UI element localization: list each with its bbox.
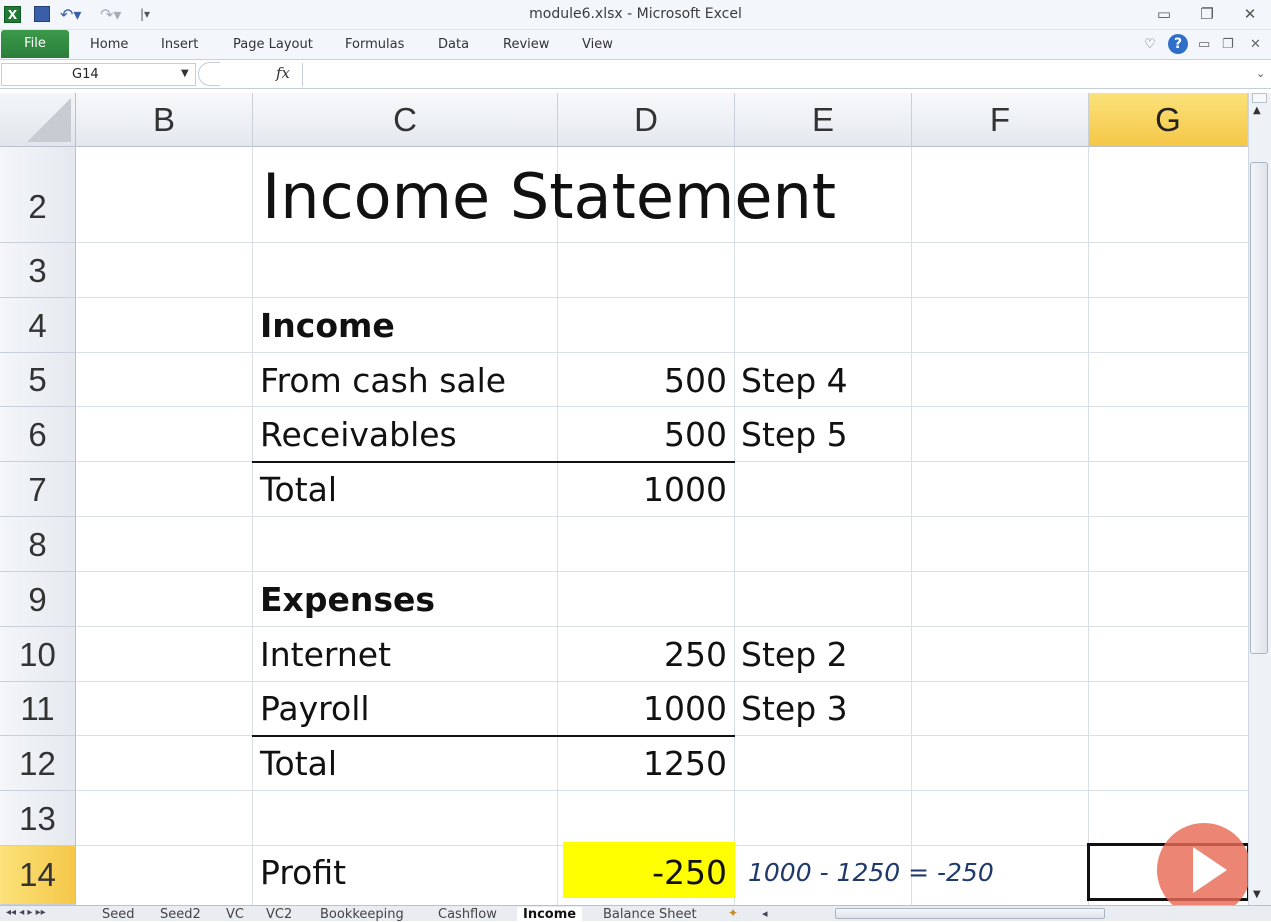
receivables-note: Step 5 [741, 415, 848, 454]
income-total-value: 1000 [643, 470, 727, 509]
payroll-note: Step 3 [741, 689, 848, 728]
gridline [76, 626, 1248, 627]
subtotal-border [252, 735, 735, 737]
help-icon[interactable]: ? [1168, 34, 1188, 54]
row-header-13[interactable]: 13 [0, 791, 76, 846]
income-total-label: Total [260, 470, 338, 509]
payroll-value: 1000 [643, 689, 727, 728]
column-header-c[interactable]: C [253, 93, 558, 147]
row-header-8[interactable]: 8 [0, 517, 76, 572]
insert-function-button[interactable]: fx [276, 64, 290, 82]
row-header-7[interactable]: 7 [0, 462, 76, 517]
scroll-thumb[interactable] [1250, 162, 1268, 654]
tab-insert[interactable]: Insert [161, 37, 198, 52]
expenses-total-label: Total [260, 744, 338, 783]
gridline [76, 406, 1248, 407]
payroll-label: Payroll [260, 689, 370, 728]
gridline [911, 147, 912, 905]
play-button-icon[interactable] [1157, 823, 1251, 917]
tab-review[interactable]: Review [503, 37, 549, 52]
sheet-tab-cashflow[interactable]: Cashflow [438, 907, 497, 922]
column-header-d[interactable]: D [558, 93, 735, 147]
sheet-tab-vc[interactable]: VC [226, 907, 244, 922]
tab-page-layout[interactable]: Page Layout [233, 37, 313, 52]
internet-value: 250 [664, 635, 727, 674]
subtotal-border [252, 461, 735, 463]
name-box[interactable]: G14 [1, 63, 196, 86]
cash-sale-label: From cash sale [260, 361, 507, 400]
gridline [76, 571, 1248, 572]
sheet-tab-income[interactable]: Income [517, 907, 583, 922]
select-all-corner[interactable] [0, 93, 76, 147]
horizontal-scroll-thumb[interactable] [835, 908, 1105, 919]
profit-value: -250 [652, 853, 727, 892]
sheet-tab-seed[interactable]: Seed [102, 907, 135, 922]
close-icon[interactable]: ✕ [1237, 4, 1263, 24]
formula-bar-expander[interactable] [198, 62, 220, 86]
gridline [252, 147, 253, 905]
file-tab[interactable]: File [1, 30, 69, 58]
sheet-tab-vc2[interactable]: VC2 [266, 907, 292, 922]
internet-note: Step 2 [741, 635, 848, 674]
sheet-tab-seed2[interactable]: Seed2 [160, 907, 201, 922]
receivables-label: Receivables [260, 415, 457, 454]
income-header: Income [260, 306, 395, 345]
receivables-value: 500 [664, 415, 727, 454]
row-header-11[interactable]: 11 [0, 682, 76, 736]
tab-home[interactable]: Home [90, 37, 128, 52]
row-header-5[interactable]: 5 [0, 353, 76, 407]
tab-nav-arrows-icon[interactable]: ◂◂ ◂ ▸ ▸▸ [6, 907, 46, 918]
window-title: module6.xlsx - Microsoft Excel [529, 6, 742, 22]
split-box[interactable] [1252, 93, 1267, 103]
row-header-6[interactable]: 6 [0, 407, 76, 462]
tab-data[interactable]: Data [438, 37, 469, 52]
internet-label: Internet [260, 635, 392, 674]
profit-note: 1000 - 1250 = -250 [748, 858, 994, 887]
row-header-3[interactable]: 3 [0, 243, 76, 298]
tab-formulas[interactable]: Formulas [345, 37, 404, 52]
column-header-b[interactable]: B [76, 93, 253, 147]
row-header-2[interactable]: 2 [0, 147, 76, 243]
scroll-down-icon[interactable]: ▼ [1253, 889, 1261, 900]
formula-input[interactable] [302, 63, 1254, 86]
insert-sheet-icon[interactable]: ✦ [728, 906, 738, 920]
profit-label: Profit [260, 853, 347, 892]
sheet-title: Income Statement [262, 160, 837, 233]
expenses-total-value: 1250 [643, 744, 727, 783]
gridline [557, 147, 558, 905]
column-header-e[interactable]: E [735, 93, 912, 147]
row-header-14[interactable]: 14 [0, 846, 76, 905]
gridline [76, 352, 1248, 353]
gridline [76, 242, 1248, 243]
row-header-9[interactable]: 9 [0, 572, 76, 627]
gridline [76, 516, 1248, 517]
cash-sale-value: 500 [664, 361, 727, 400]
sheet-tab-balance-sheet[interactable]: Balance Sheet [603, 907, 697, 922]
expand-formula-bar-icon[interactable]: ⌄ [1256, 67, 1265, 80]
name-box-dropdown-icon[interactable]: ▼ [181, 68, 189, 79]
hscroll-left-icon[interactable]: ◂ [762, 907, 768, 920]
workbook-close-icon[interactable]: ✕ [1250, 37, 1261, 52]
gridline [76, 681, 1248, 682]
sheet-tab-bookkeeping[interactable]: Bookkeeping [320, 907, 404, 922]
row-header-4[interactable]: 4 [0, 298, 76, 353]
tab-view[interactable]: View [582, 37, 613, 52]
row-header-10[interactable]: 10 [0, 627, 76, 682]
gridline [76, 297, 1248, 298]
gridline [76, 790, 1248, 791]
minimize-icon[interactable]: ▭ [1151, 4, 1177, 24]
scroll-up-icon[interactable]: ▲ [1253, 105, 1261, 116]
ribbon-minimize-icon[interactable]: ♡ [1144, 37, 1156, 52]
column-header-g[interactable]: G [1089, 93, 1248, 147]
expenses-header: Expenses [260, 580, 435, 619]
cash-sale-note: Step 4 [741, 361, 848, 400]
column-header-f[interactable]: F [912, 93, 1089, 147]
gridline [1088, 147, 1089, 905]
gridline [734, 147, 735, 905]
workbook-minimize-icon[interactable]: ▭ [1198, 37, 1210, 52]
workbook-restore-icon[interactable]: ❐ [1222, 37, 1234, 52]
restore-icon[interactable]: ❐ [1194, 4, 1220, 24]
row-header-12[interactable]: 12 [0, 736, 76, 791]
